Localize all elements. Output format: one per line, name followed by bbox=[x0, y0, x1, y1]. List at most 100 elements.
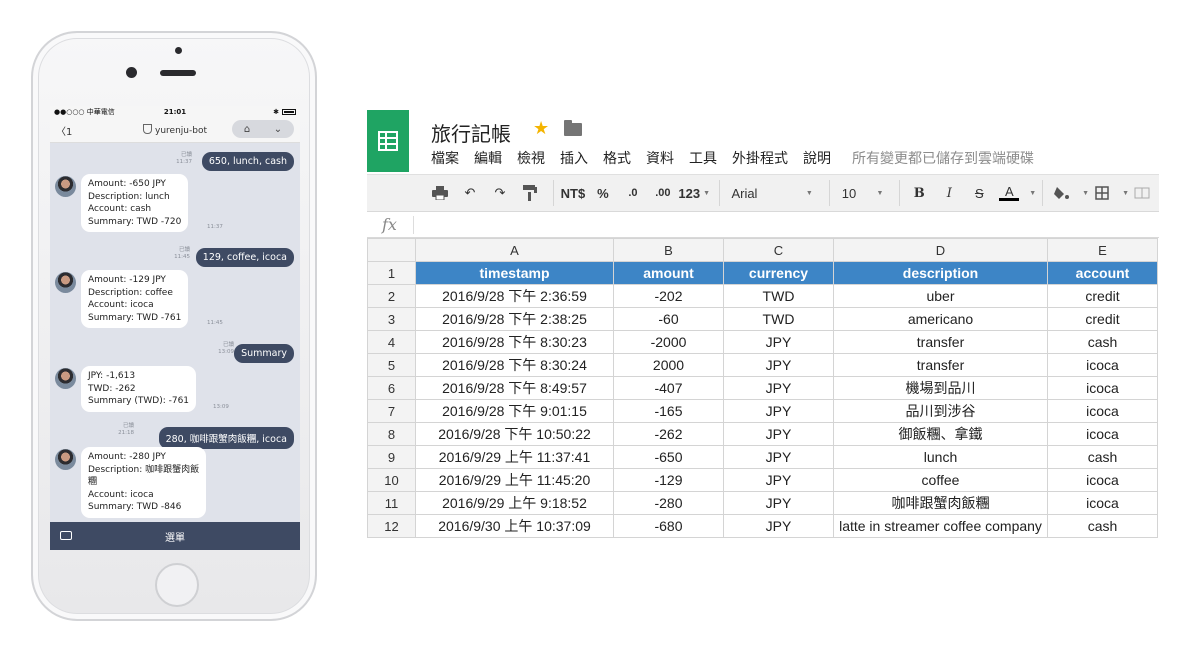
document-title[interactable]: 旅行記帳 bbox=[431, 118, 511, 147]
cell[interactable]: 2016/9/29 上午 11:37:41 bbox=[415, 445, 614, 469]
cell[interactable]: icoca bbox=[1047, 399, 1158, 423]
cell[interactable]: 咖啡跟蟹肉飯糰 bbox=[833, 491, 1048, 515]
cell[interactable]: icoca bbox=[1047, 468, 1158, 492]
cell[interactable]: -2000 bbox=[613, 330, 724, 354]
bot-avatar[interactable] bbox=[55, 176, 76, 197]
currency-format-button[interactable]: NT$ bbox=[560, 180, 586, 206]
cell[interactable]: JPY bbox=[723, 422, 834, 446]
home-icon[interactable]: ⌂ bbox=[244, 124, 250, 135]
cell[interactable]: coffee bbox=[833, 468, 1048, 492]
cell[interactable]: JPY bbox=[723, 399, 834, 423]
keyboard-icon[interactable] bbox=[60, 531, 72, 540]
caret-down-icon[interactable]: ▼ bbox=[1029, 190, 1036, 197]
menu-addons[interactable]: 外掛程式 bbox=[732, 148, 788, 168]
font-family-dropdown[interactable]: Arial ▼ bbox=[725, 180, 818, 206]
cell[interactable]: -202 bbox=[613, 284, 724, 308]
decrease-decimal-button[interactable]: .0 bbox=[620, 180, 646, 206]
borders-icon[interactable] bbox=[1089, 180, 1115, 206]
cell[interactable]: JPY bbox=[723, 491, 834, 515]
cell[interactable]: JPY bbox=[723, 353, 834, 377]
cell[interactable]: -165 bbox=[613, 399, 724, 423]
column-header[interactable]: D bbox=[833, 238, 1048, 262]
cell[interactable]: cash bbox=[1047, 445, 1158, 469]
cell[interactable]: -60 bbox=[613, 307, 724, 331]
text-color-button[interactable]: A bbox=[996, 180, 1022, 206]
cell[interactable]: americano bbox=[833, 307, 1048, 331]
message-list[interactable]: 已讀 11:37 650, lunch, cash Amount: -650 J… bbox=[50, 143, 300, 518]
menu-format[interactable]: 格式 bbox=[603, 148, 631, 168]
column-header[interactable]: C bbox=[723, 238, 834, 262]
cell[interactable]: 2016/9/28 下午 8:30:23 bbox=[415, 330, 614, 354]
cell[interactable]: 品川到涉谷 bbox=[833, 399, 1048, 423]
cell[interactable]: uber bbox=[833, 284, 1048, 308]
cell[interactable]: 機場到品川 bbox=[833, 376, 1048, 400]
cell[interactable]: 2016/9/28 下午 8:30:24 bbox=[415, 353, 614, 377]
cell[interactable]: account bbox=[1047, 261, 1158, 285]
fill-color-icon[interactable] bbox=[1049, 180, 1075, 206]
menu-edit[interactable]: 編輯 bbox=[474, 148, 502, 168]
cell[interactable]: 2016/9/28 下午 10:50:22 bbox=[415, 422, 614, 446]
print-icon[interactable] bbox=[427, 180, 453, 206]
cell[interactable]: 2016/9/28 下午 2:38:25 bbox=[415, 307, 614, 331]
cell[interactable]: JPY bbox=[723, 468, 834, 492]
select-all-corner[interactable] bbox=[367, 238, 416, 262]
menu-data[interactable]: 資料 bbox=[646, 148, 674, 168]
caret-down-icon[interactable]: ▼ bbox=[1082, 190, 1089, 197]
cell[interactable]: 2016/9/29 上午 9:18:52 bbox=[415, 491, 614, 515]
cell[interactable]: icoca bbox=[1047, 353, 1158, 377]
row-number[interactable]: 8 bbox=[367, 422, 416, 446]
row-number[interactable]: 11 bbox=[367, 491, 416, 515]
bot-avatar[interactable] bbox=[55, 449, 76, 470]
row-number[interactable]: 4 bbox=[367, 330, 416, 354]
cell[interactable]: TWD bbox=[723, 284, 834, 308]
undo-icon[interactable]: ↶ bbox=[457, 180, 483, 206]
cell[interactable]: icoca bbox=[1047, 491, 1158, 515]
chevron-down-icon[interactable]: ⌄ bbox=[274, 124, 282, 135]
cell[interactable]: 2016/9/30 上午 10:37:09 bbox=[415, 514, 614, 538]
formula-bar[interactable]: fx bbox=[367, 212, 1159, 238]
row-number[interactable]: 5 bbox=[367, 353, 416, 377]
folder-icon[interactable] bbox=[564, 120, 582, 136]
sheets-logo[interactable] bbox=[367, 110, 409, 172]
cell[interactable]: -680 bbox=[613, 514, 724, 538]
home-button[interactable] bbox=[155, 563, 199, 607]
column-header[interactable]: B bbox=[613, 238, 724, 262]
bold-button[interactable]: B bbox=[906, 180, 932, 206]
cell[interactable]: 2016/9/28 下午 9:01:15 bbox=[415, 399, 614, 423]
cell[interactable]: 2016/9/29 上午 11:45:20 bbox=[415, 468, 614, 492]
cell[interactable]: transfer bbox=[833, 353, 1048, 377]
cell[interactable]: 2016/9/28 下午 2:36:59 bbox=[415, 284, 614, 308]
column-header[interactable]: A bbox=[415, 238, 614, 262]
column-header[interactable]: E bbox=[1047, 238, 1158, 262]
row-number[interactable]: 9 bbox=[367, 445, 416, 469]
cell[interactable]: cash bbox=[1047, 514, 1158, 538]
redo-icon[interactable]: ↷ bbox=[487, 180, 513, 206]
cell[interactable]: timestamp bbox=[415, 261, 614, 285]
menu-file[interactable]: 檔案 bbox=[431, 148, 459, 168]
menu-insert[interactable]: 插入 bbox=[560, 148, 588, 168]
cell[interactable]: cash bbox=[1047, 330, 1158, 354]
bot-avatar[interactable] bbox=[55, 272, 76, 293]
cell[interactable]: 御飯糰、拿鐵 bbox=[833, 422, 1048, 446]
row-number[interactable]: 3 bbox=[367, 307, 416, 331]
cell[interactable]: transfer bbox=[833, 330, 1048, 354]
caret-down-icon[interactable]: ▼ bbox=[1122, 190, 1129, 197]
menu-tools[interactable]: 工具 bbox=[689, 148, 717, 168]
cell[interactable]: -129 bbox=[613, 468, 724, 492]
cell[interactable]: credit bbox=[1047, 284, 1158, 308]
percent-format-button[interactable]: % bbox=[590, 180, 616, 206]
cell[interactable]: -262 bbox=[613, 422, 724, 446]
merge-cells-icon[interactable] bbox=[1129, 180, 1155, 206]
cell[interactable]: description bbox=[833, 261, 1048, 285]
italic-button[interactable]: I bbox=[936, 180, 962, 206]
bot-avatar[interactable] bbox=[55, 368, 76, 389]
cell[interactable]: JPY bbox=[723, 330, 834, 354]
cell[interactable]: -407 bbox=[613, 376, 724, 400]
row-number[interactable]: 6 bbox=[367, 376, 416, 400]
cell[interactable]: -280 bbox=[613, 491, 724, 515]
menu-view[interactable]: 檢視 bbox=[517, 148, 545, 168]
cell[interactable]: currency bbox=[723, 261, 834, 285]
cell[interactable]: latte in streamer coffee company bbox=[833, 514, 1048, 538]
chat-menu-bar[interactable]: 選單 bbox=[50, 522, 300, 550]
star-icon[interactable]: ★ bbox=[533, 118, 549, 139]
